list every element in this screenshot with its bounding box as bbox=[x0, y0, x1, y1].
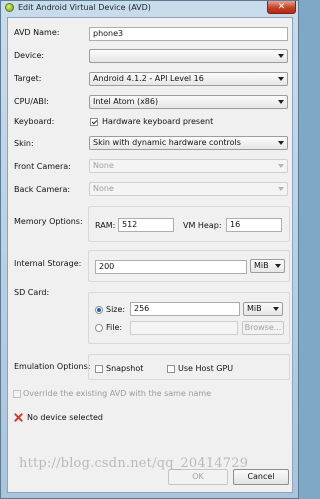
sd-size-radio[interactable] bbox=[95, 306, 103, 314]
keyboard-label: Keyboard: bbox=[14, 117, 55, 126]
ok-button[interactable]: OK bbox=[168, 469, 228, 485]
chevron-down-icon bbox=[278, 100, 284, 104]
host-gpu-checkbox[interactable] bbox=[167, 365, 175, 373]
memory-options-label: Memory Options: bbox=[14, 217, 83, 226]
chevron-down-icon bbox=[273, 307, 279, 311]
chevron-down-icon bbox=[278, 141, 284, 145]
sd-card-group bbox=[88, 292, 290, 344]
sd-size-unit-dropdown[interactable]: MiB bbox=[243, 302, 283, 316]
sd-card-label: SD Card: bbox=[14, 288, 50, 297]
internal-storage-unit-value: MiB bbox=[254, 261, 269, 270]
sd-size-input[interactable]: 256 bbox=[130, 302, 240, 316]
hardware-keyboard-checkbox[interactable] bbox=[90, 118, 98, 126]
internal-storage-unit-dropdown[interactable]: MiB bbox=[250, 259, 285, 273]
hardware-keyboard-label: Hardware keyboard present bbox=[102, 117, 214, 126]
ram-input[interactable]: 512 bbox=[118, 218, 174, 232]
browse-button[interactable]: Browse... bbox=[242, 321, 284, 335]
avd-name-label: AVD Name: bbox=[14, 28, 60, 37]
chevron-down-icon bbox=[278, 187, 284, 191]
dialog-body: AVD Name: phone3 Device: Target: Android… bbox=[7, 17, 293, 493]
watermark: http://blog.csdn.net/qq_20414729 bbox=[19, 456, 249, 471]
dialog-window: Edit Android Virtual Device (AVD) ✕ AVD … bbox=[0, 0, 299, 499]
device-label: Device: bbox=[14, 51, 45, 60]
sd-file-label: File: bbox=[106, 323, 123, 332]
skin-label: Skin: bbox=[14, 139, 34, 148]
sd-size-unit-value: MiB bbox=[247, 304, 262, 313]
front-camera-label: Front Camera: bbox=[14, 162, 71, 171]
override-label: Override the existing AVD with the same … bbox=[23, 389, 212, 398]
front-camera-dropdown[interactable]: None bbox=[89, 159, 288, 173]
chevron-down-icon bbox=[278, 77, 284, 81]
skin-value: Skin with dynamic hardware controls bbox=[93, 138, 241, 147]
cpu-abi-dropdown[interactable]: Intel Atom (x86) bbox=[89, 95, 288, 109]
vm-heap-label: VM Heap: bbox=[183, 221, 222, 230]
status-message: No device selected bbox=[27, 413, 104, 422]
device-dropdown[interactable] bbox=[89, 49, 288, 63]
cpu-abi-label: CPU/ABI: bbox=[14, 97, 49, 106]
target-dropdown[interactable]: Android 4.1.2 - API Level 16 bbox=[89, 72, 288, 86]
android-app-icon bbox=[5, 3, 14, 12]
window-title: Edit Android Virtual Device (AVD) bbox=[18, 3, 151, 12]
snapshot-label: Snapshot bbox=[106, 364, 144, 373]
emulation-options-label: Emulation Options: bbox=[14, 362, 91, 371]
chevron-down-icon bbox=[278, 164, 284, 168]
close-button[interactable]: ✕ bbox=[267, 1, 296, 14]
internal-storage-input[interactable]: 200 bbox=[95, 260, 247, 274]
ram-label: RAM: bbox=[95, 221, 116, 230]
skin-dropdown[interactable]: Skin with dynamic hardware controls bbox=[89, 136, 288, 150]
internal-storage-label: Internal Storage: bbox=[14, 259, 82, 268]
snapshot-checkbox[interactable] bbox=[95, 365, 103, 373]
chevron-down-icon bbox=[278, 54, 284, 58]
sd-size-label: Size: bbox=[106, 305, 126, 314]
override-checkbox[interactable] bbox=[13, 390, 21, 398]
target-label: Target: bbox=[14, 74, 42, 83]
back-camera-dropdown[interactable]: None bbox=[89, 182, 288, 196]
sd-file-input[interactable] bbox=[130, 321, 238, 335]
cancel-button[interactable]: Cancel bbox=[233, 469, 289, 485]
back-camera-label: Back Camera: bbox=[14, 185, 71, 194]
vm-heap-input[interactable]: 16 bbox=[226, 218, 282, 232]
title-bar[interactable]: Edit Android Virtual Device (AVD) ✕ bbox=[1, 1, 298, 15]
avd-name-input[interactable]: phone3 bbox=[89, 27, 288, 41]
back-camera-value: None bbox=[93, 184, 114, 193]
error-x-icon bbox=[14, 413, 23, 422]
host-gpu-label: Use Host GPU bbox=[178, 364, 234, 373]
chevron-down-icon bbox=[275, 264, 281, 268]
front-camera-value: None bbox=[93, 161, 114, 170]
target-value: Android 4.1.2 - API Level 16 bbox=[93, 74, 204, 83]
sd-file-radio[interactable] bbox=[95, 324, 103, 332]
cpu-abi-value: Intel Atom (x86) bbox=[93, 97, 159, 106]
